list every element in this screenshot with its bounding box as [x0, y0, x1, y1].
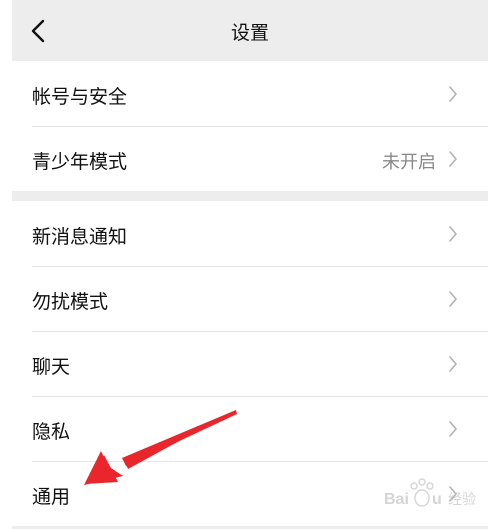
frame-left-border: [0, 0, 12, 529]
settings-item-do-not-disturb[interactable]: 勿扰模式: [12, 266, 488, 331]
svg-text:Bai: Bai: [384, 491, 409, 508]
settings-item-privacy[interactable]: 隐私: [12, 396, 488, 461]
frame-right-border: [488, 0, 500, 529]
settings-item-account-security[interactable]: 帐号与安全: [12, 61, 488, 126]
settings-item-label: 勿扰模式: [32, 291, 109, 313]
settings-item-label: 隐私: [32, 421, 71, 443]
settings-item-chat[interactable]: 聊天: [12, 331, 488, 396]
baidu-watermark-logo: Bai u 经验: [384, 478, 476, 508]
chevron-right-icon: [449, 151, 457, 167]
settings-group-account: 帐号与安全 青少年模式 未开启: [12, 61, 488, 191]
baidu-paw-icon: [410, 478, 434, 507]
chevron-right-icon: [449, 86, 457, 102]
settings-item-label: 新消息通知: [32, 226, 128, 248]
settings-item-label: 青少年模式: [32, 151, 128, 173]
settings-item-label: 通用: [32, 486, 71, 508]
settings-item-label: 聊天: [32, 356, 71, 378]
settings-item-notifications[interactable]: 新消息通知: [12, 201, 488, 266]
chevron-right-icon: [449, 421, 457, 437]
settings-item-value: 未开启: [382, 152, 436, 173]
svg-text:u: u: [432, 491, 442, 508]
settings-item-teen-mode[interactable]: 青少年模式 未开启: [12, 126, 488, 191]
chevron-right-icon: [449, 226, 457, 242]
settings-screen: 设置 帐号与安全 青少年模式 未开启 新消息通知 勿扰模式 聊天 隐私 通用 B…: [0, 0, 500, 529]
svg-text:经验: 经验: [448, 492, 476, 508]
chevron-right-icon: [449, 291, 457, 307]
settings-item-label: 帐号与安全: [32, 86, 128, 108]
navigation-bar: 设置: [12, 0, 488, 60]
chevron-right-icon: [449, 356, 457, 372]
page-title: 设置: [230, 22, 269, 44]
